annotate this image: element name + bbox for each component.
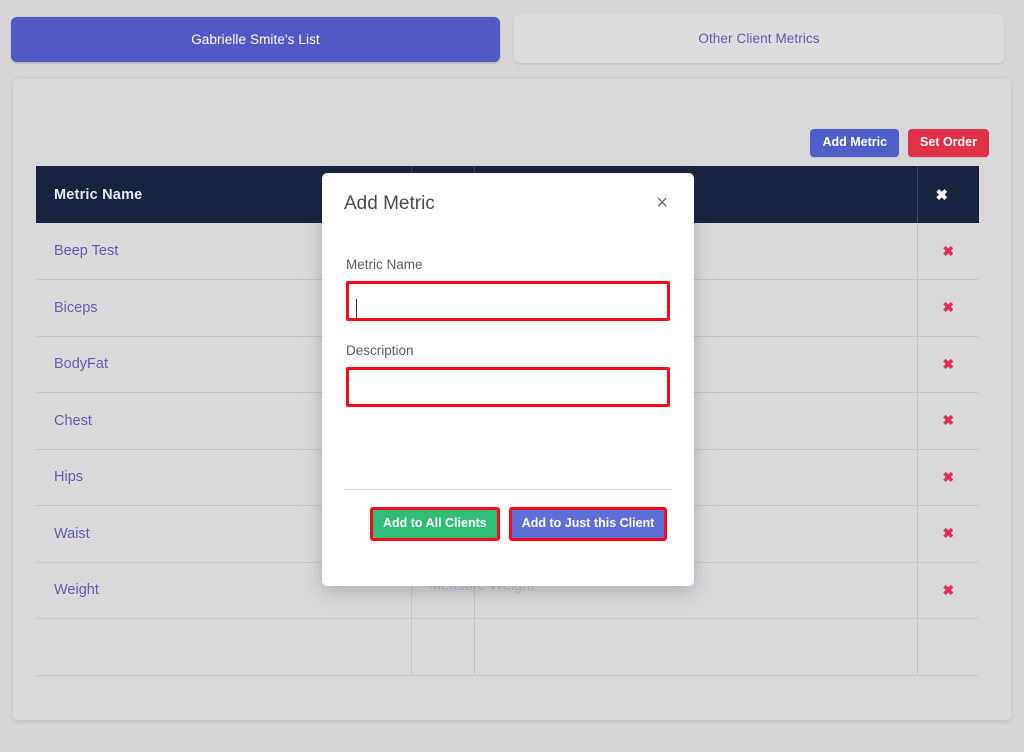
cell-delete: [917, 619, 979, 676]
add-to-all-clients-button[interactable]: Add to All Clients: [370, 507, 500, 541]
description-label: Description: [346, 343, 670, 358]
cell-delete[interactable]: ✖: [917, 223, 979, 280]
delete-row-icon[interactable]: ✖: [942, 243, 954, 259]
modal-footer: Add to All Clients Add to Just this Clie…: [322, 507, 694, 541]
add-metric-button[interactable]: Add Metric: [810, 129, 899, 157]
close-icon: ✖: [936, 187, 949, 204]
cell-delete[interactable]: ✖: [917, 280, 979, 337]
delete-row-icon[interactable]: ✖: [942, 469, 954, 485]
cell-description: [474, 619, 917, 676]
text-caret: [356, 299, 357, 320]
tab-label: Gabrielle Smite's List: [191, 32, 320, 47]
set-order-button[interactable]: Set Order: [908, 129, 989, 157]
delete-row-icon[interactable]: ✖: [942, 412, 954, 428]
metric-name-label: Metric Name: [346, 257, 670, 272]
tab-bar: Gabrielle Smite's List Other Client Metr…: [0, 0, 1024, 72]
add-metric-modal: Add Metric × Metric Name Description Add…: [322, 173, 694, 586]
cell-delete[interactable]: ✖: [917, 506, 979, 563]
cell-delete[interactable]: ✖: [917, 449, 979, 506]
tab-label: Other Client Metrics: [698, 31, 819, 46]
metric-name-input[interactable]: [346, 281, 670, 321]
cell-delete[interactable]: ✖: [917, 562, 979, 619]
tab-gabrielle-smites-list[interactable]: Gabrielle Smite's List: [11, 17, 500, 62]
app-root: Gabrielle Smite's List Other Client Metr…: [0, 0, 1024, 752]
column-header-delete: ✖: [917, 166, 979, 223]
cell-delete[interactable]: ✖: [917, 336, 979, 393]
cell-metric-name: [36, 619, 411, 676]
field-description: Description: [346, 343, 670, 407]
delete-row-icon[interactable]: ✖: [942, 582, 954, 598]
delete-row-icon[interactable]: ✖: [942, 525, 954, 541]
add-to-just-this-client-button[interactable]: Add to Just this Client: [509, 507, 668, 541]
modal-header: Add Metric ×: [322, 173, 694, 235]
field-metric-name: Metric Name: [346, 257, 670, 321]
delete-row-icon[interactable]: ✖: [942, 299, 954, 315]
table-row[interactable]: [36, 619, 979, 676]
modal-title: Add Metric: [344, 193, 435, 215]
close-icon[interactable]: ×: [650, 192, 674, 214]
delete-row-icon[interactable]: ✖: [942, 356, 954, 372]
cell-delete[interactable]: ✖: [917, 393, 979, 450]
cell-blank: [411, 619, 474, 676]
description-input[interactable]: [346, 367, 670, 407]
tab-other-client-metrics[interactable]: Other Client Metrics: [514, 14, 1004, 63]
panel-toolbar: Add Metric Set Order: [810, 129, 989, 157]
modal-body: Metric Name Description: [322, 235, 694, 407]
modal-divider: [344, 489, 672, 490]
